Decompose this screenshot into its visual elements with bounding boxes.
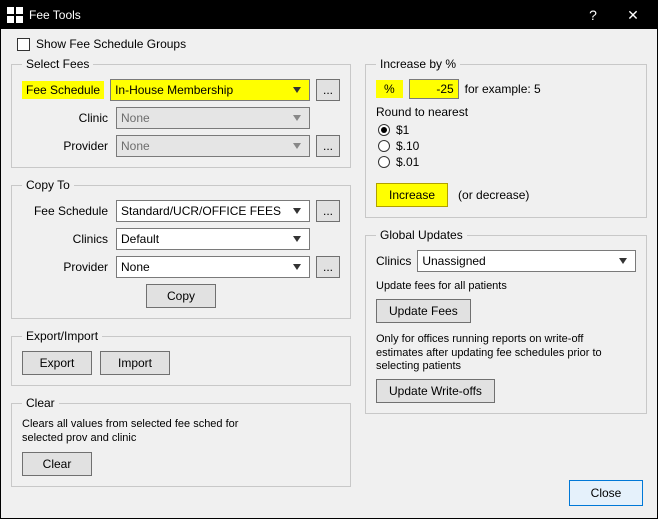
- clinic-value: None: [121, 111, 150, 125]
- or-decrease-label: (or decrease): [458, 188, 529, 202]
- copy-provider-value: None: [121, 260, 150, 274]
- update-writeoffs-button[interactable]: Update Write-offs: [376, 379, 495, 403]
- clinic-label: Clinic: [22, 111, 110, 125]
- global-updates-group: Global Updates Clinics Unassigned Update…: [365, 228, 647, 414]
- clear-legend: Clear: [22, 396, 59, 410]
- titlebar: Fee Tools ? ✕: [1, 1, 657, 29]
- provider-label: Provider: [22, 139, 110, 153]
- copy-clinics-label: Clinics: [22, 232, 110, 246]
- clinic-combo: None: [116, 107, 310, 129]
- fee-schedule-label: Fee Schedule: [22, 81, 104, 99]
- import-button[interactable]: Import: [100, 351, 170, 375]
- copy-fee-schedule-value: Standard/UCR/OFFICE FEES: [121, 204, 281, 218]
- copy-provider-combo[interactable]: None: [116, 256, 310, 278]
- pct-input[interactable]: -25: [409, 79, 459, 99]
- close-window-button[interactable]: ✕: [613, 1, 653, 29]
- export-import-legend: Export/Import: [22, 329, 102, 343]
- copy-to-group: Copy To Fee Schedule Standard/UCR/OFFICE…: [11, 178, 351, 319]
- global-clinics-combo[interactable]: Unassigned: [417, 250, 636, 272]
- export-import-group: Export/Import Export Import: [11, 329, 351, 386]
- chevron-down-icon: [289, 138, 305, 154]
- copy-clinics-value: Default: [121, 232, 159, 246]
- round-legend: Round to nearest: [376, 105, 636, 119]
- clear-group: Clear Clears all values from selected fe…: [11, 396, 351, 487]
- show-groups-row: Show Fee Schedule Groups: [17, 37, 647, 51]
- provider-value: None: [121, 139, 150, 153]
- copy-fee-schedule-label: Fee Schedule: [22, 204, 110, 218]
- select-fees-group: Select Fees Fee Schedule In-House Member…: [11, 57, 351, 168]
- client-area: Show Fee Schedule Groups Select Fees Fee…: [1, 29, 657, 518]
- pct-symbol-label: %: [376, 80, 403, 98]
- global-clinics-value: Unassigned: [422, 254, 485, 268]
- chevron-down-icon: [289, 82, 305, 98]
- provider-combo: None: [116, 135, 310, 157]
- chevron-down-icon: [289, 259, 305, 275]
- left-column: Select Fees Fee Schedule In-House Member…: [11, 57, 351, 487]
- app-icon: [7, 7, 23, 23]
- round-1-radio[interactable]: $1: [378, 123, 636, 137]
- pct-value: -25: [436, 82, 453, 96]
- show-groups-label: Show Fee Schedule Groups: [36, 37, 186, 51]
- close-row: Close: [569, 480, 643, 506]
- radio-icon: [378, 124, 390, 136]
- fee-schedule-combo[interactable]: In-House Membership: [110, 79, 310, 101]
- fee-schedule-value: In-House Membership: [115, 83, 233, 97]
- copy-fee-schedule-combo[interactable]: Standard/UCR/OFFICE FEES: [116, 200, 310, 222]
- round-10-radio[interactable]: $.10: [378, 139, 636, 153]
- show-groups-checkbox[interactable]: [17, 38, 30, 51]
- chevron-down-icon: [289, 203, 305, 219]
- copy-provider-picker-button[interactable]: ...: [316, 256, 340, 278]
- export-button[interactable]: Export: [22, 351, 92, 375]
- fee-schedule-picker-button[interactable]: ...: [316, 79, 340, 101]
- copy-provider-label: Provider: [22, 260, 110, 274]
- provider-picker-button[interactable]: ...: [316, 135, 340, 157]
- select-fees-legend: Select Fees: [22, 57, 93, 71]
- copy-button[interactable]: Copy: [146, 284, 216, 308]
- close-button[interactable]: Close: [569, 480, 643, 506]
- global-legend: Global Updates: [376, 228, 467, 242]
- right-column: Increase by % % -25 for example: 5 Round…: [365, 57, 647, 487]
- increase-legend: Increase by %: [376, 57, 460, 71]
- copy-fee-schedule-picker-button[interactable]: ...: [316, 200, 340, 222]
- window: Fee Tools ? ✕ Show Fee Schedule Groups S…: [0, 0, 658, 519]
- radio-icon: [378, 156, 390, 168]
- round-01-radio[interactable]: $.01: [378, 155, 636, 169]
- clear-button[interactable]: Clear: [22, 452, 92, 476]
- chevron-down-icon: [289, 110, 305, 126]
- update-fees-button[interactable]: Update Fees: [376, 299, 471, 323]
- copy-to-legend: Copy To: [22, 178, 74, 192]
- increase-button[interactable]: Increase: [376, 183, 448, 207]
- chevron-down-icon: [615, 253, 631, 269]
- update-fees-note: Update fees for all patients: [376, 280, 636, 294]
- help-button[interactable]: ?: [573, 1, 613, 29]
- round-radio-group: $1 $.10 $.01: [378, 123, 636, 169]
- window-title: Fee Tools: [29, 8, 573, 22]
- increase-group: Increase by % % -25 for example: 5 Round…: [365, 57, 647, 218]
- chevron-down-icon: [289, 231, 305, 247]
- radio-icon: [378, 140, 390, 152]
- global-clinics-label: Clinics: [376, 254, 411, 268]
- clear-desc: Clears all values from selected fee sche…: [22, 418, 252, 446]
- writeoff-note: Only for offices running reports on writ…: [376, 333, 626, 374]
- copy-clinics-combo[interactable]: Default: [116, 228, 310, 250]
- pct-example: for example: 5: [465, 82, 541, 96]
